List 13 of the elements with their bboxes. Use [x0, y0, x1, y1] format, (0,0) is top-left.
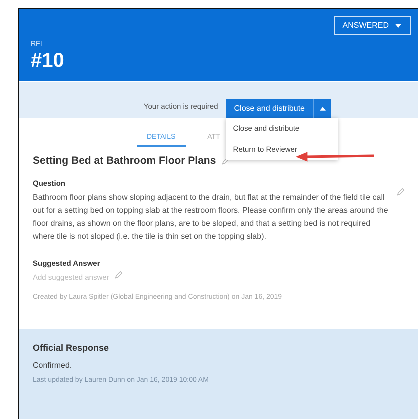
- close-distribute-button[interactable]: Close and distribute: [226, 99, 313, 118]
- caret-icon: [395, 24, 402, 28]
- response-text: Confirmed.: [33, 361, 74, 370]
- pencil-icon[interactable]: [397, 188, 405, 196]
- pencil-icon[interactable]: [222, 157, 230, 165]
- pencil-icon[interactable]: [115, 271, 124, 279]
- rfi-title: Setting Bed at Bathroom Floor Plans: [33, 155, 216, 167]
- response-title: Official Response: [33, 343, 110, 353]
- status-dropdown[interactable]: ANSWERED: [334, 16, 411, 35]
- question-text: Bathroom floor plans show sloping adjacent to the drain, but flat at the remainder of the field tile call out for a setting bed on topping slab at the restroom floors. Please confirm only the areas around the floor drains, as shown on the floor plans, are to be sloped, and that a setting bed is not required where tile is not sloped (i.e. the tile is thin set on the topping slab).: [33, 192, 389, 243]
- dropdown-toggle[interactable]: [313, 99, 331, 118]
- caret-icon: [320, 106, 326, 110]
- rfi-number: #10: [31, 50, 66, 73]
